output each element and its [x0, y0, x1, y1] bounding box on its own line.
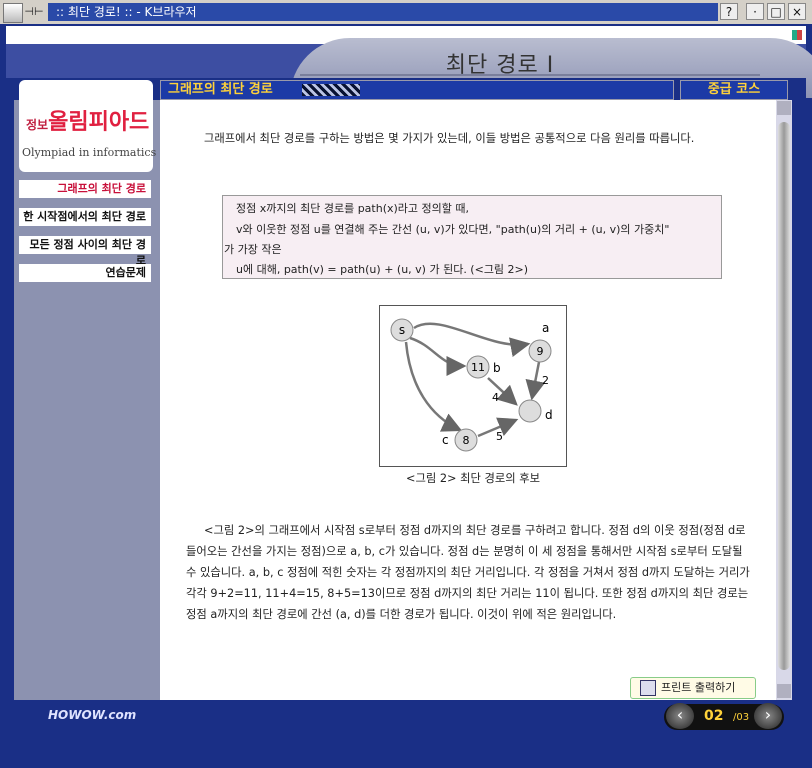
help-button[interactable]: ? — [720, 3, 738, 20]
rule-line: 가 가장 작은 — [224, 243, 282, 256]
sidebar-item-exercises[interactable]: 연습문제 — [19, 264, 151, 282]
graph-svg: s 9 a 11 b 8 c d 2 4 5 — [390, 318, 553, 452]
course-badge: 중급 코스 — [680, 80, 788, 100]
sidebar-item-shortest-path[interactable]: 그래프의 최단 경로 — [19, 180, 151, 198]
close-button[interactable]: × — [788, 3, 806, 20]
page-current: 02 — [704, 708, 724, 724]
node-a-name: a — [542, 321, 549, 335]
checker-decoration — [302, 84, 360, 96]
scroll-up-icon[interactable] — [777, 101, 791, 115]
minimize-button[interactable]: · — [746, 3, 764, 20]
logo: 정보올림피아드 — [26, 104, 149, 136]
weight-b-d: 4 — [492, 391, 499, 404]
node-b-name: b — [493, 361, 501, 375]
edge-s-c — [404, 341, 463, 432]
graph-figure: s 9 a 11 b 8 c d 2 4 5 — [379, 305, 567, 467]
intro-paragraph: 그래프에서 최단 경로를 구하는 방법은 몇 가지가 있는데, 이들 방법은 공… — [204, 132, 695, 145]
pin-button[interactable]: ⊣⊢ — [24, 3, 44, 21]
maximize-button[interactable]: □ — [767, 3, 785, 20]
window-title: :: 최단 경로! :: - K브라우저 — [48, 3, 718, 21]
weight-c-d: 5 — [496, 430, 503, 443]
node-b-value: 11 — [471, 361, 485, 374]
weight-a-d: 2 — [542, 374, 549, 387]
node-a-value: 9 — [537, 345, 544, 358]
scroll-thumb[interactable] — [778, 122, 790, 670]
node-d-name: d — [545, 408, 553, 422]
node-c-value: 8 — [463, 434, 470, 447]
rule-line: v와 이웃한 정점 u를 연결해 주는 간선 (u, v)가 있다면, "pat… — [236, 223, 670, 236]
scroll-down-icon[interactable] — [777, 684, 791, 698]
logo-main-text: 올림피아드 — [48, 110, 150, 135]
rule-line: u에 대해, path(v) = path(u) + (u, v) 가 된다. … — [236, 263, 529, 276]
brand-logo: HOWOW.com — [48, 708, 137, 722]
sidebar-item-single-source[interactable]: 한 시작점에서의 최단 경로 — [19, 208, 151, 226]
edge-s-b — [409, 336, 467, 376]
logo-small-text: 정보 — [26, 118, 49, 132]
prev-page-button[interactable]: ‹ — [666, 703, 694, 729]
node-c-name: c — [442, 433, 449, 447]
next-page-button[interactable]: › — [754, 703, 782, 729]
toolbar-icon[interactable] — [792, 30, 802, 40]
edge-s-a — [413, 322, 531, 357]
page-title: 최단 경로 I — [445, 53, 555, 78]
edge-a-d — [525, 361, 546, 401]
sidebar-item-all-pairs[interactable]: 모든 정점 사이의 최단 경로 — [19, 236, 151, 267]
logo-subtitle: Olympiad in informatics — [22, 146, 157, 159]
rule-line: 정점 x까지의 최단 경로를 path(x)라고 정의할 때, — [236, 202, 470, 215]
print-preview-icon[interactable] — [640, 680, 656, 696]
body-paragraph: <그림 2>의 그래프에서 시작점 s로부터 정점 d까지의 최단 경로를 구하… — [186, 524, 750, 621]
app-icon[interactable] — [3, 3, 23, 23]
node-s-label: s — [399, 323, 405, 337]
page-total: /03 — [733, 712, 750, 723]
section-title: 그래프의 최단 경로 — [168, 82, 273, 97]
figure-caption: <그림 2> 최단 경로의 후보 — [405, 472, 541, 485]
title-underline — [300, 74, 760, 76]
node-d — [518, 399, 542, 423]
